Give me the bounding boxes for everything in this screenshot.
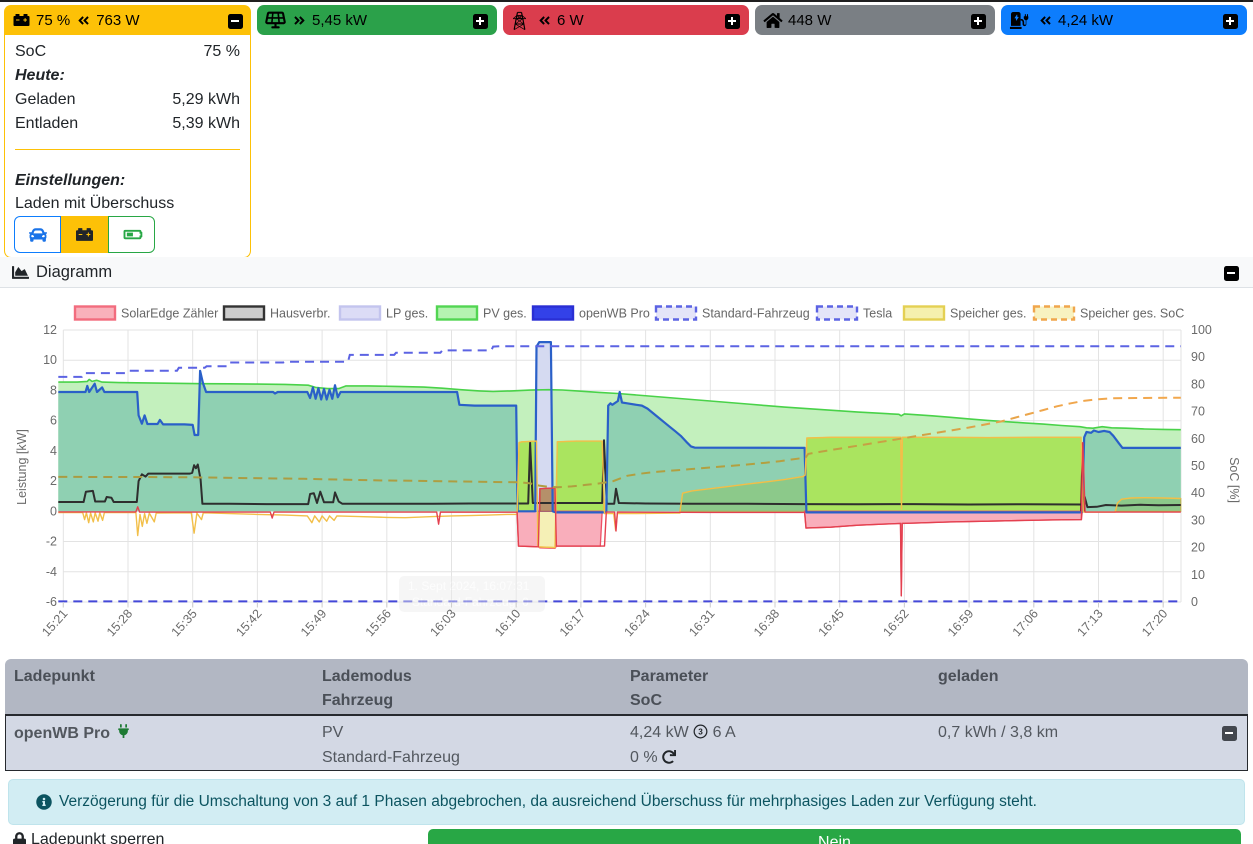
svg-text:50: 50	[1191, 459, 1205, 473]
svg-text:16:17: 16:17	[557, 607, 588, 640]
svg-text:12: 12	[43, 323, 57, 337]
svg-text:15:56: 15:56	[363, 607, 394, 640]
svg-text:0: 0	[50, 504, 57, 518]
svg-text:-6: -6	[46, 595, 57, 609]
svg-text:15:21: 15:21	[39, 607, 70, 640]
svg-text:20: 20	[1191, 541, 1205, 555]
svg-text:-2: -2	[46, 535, 57, 549]
svg-text:30: 30	[1191, 513, 1205, 527]
svg-text:Speicher ges.: Speicher ges.	[950, 307, 1026, 321]
svg-text:15:28: 15:28	[104, 607, 135, 640]
svg-text:17:06: 17:06	[1010, 607, 1041, 640]
svg-text:60: 60	[1191, 432, 1205, 446]
svg-text:openWB Pro: openWB Pro	[579, 307, 650, 321]
svg-text:4: 4	[50, 444, 57, 458]
svg-text:100: 100	[1191, 323, 1212, 337]
svg-text:16:52: 16:52	[880, 607, 911, 640]
svg-text:Leistung [kW]: Leistung [kW]	[15, 429, 29, 505]
svg-text:Speicher ges. SoC: Speicher ges. SoC	[1080, 307, 1184, 321]
svg-text:SoC [%]: SoC [%]	[1227, 457, 1241, 503]
svg-text:Tesla: Tesla	[863, 307, 892, 321]
svg-text:1. Sept 2024, 16:07:31: 1. Sept 2024, 16:07:31	[408, 579, 530, 593]
svg-text:15:49: 15:49	[298, 607, 329, 640]
svg-text:80: 80	[1191, 377, 1205, 391]
svg-text:8: 8	[50, 383, 57, 397]
svg-text:6: 6	[50, 414, 57, 428]
svg-text:17:20: 17:20	[1139, 607, 1170, 640]
svg-text:15:42: 15:42	[233, 607, 264, 640]
svg-text:0: 0	[1191, 595, 1198, 609]
svg-text:16:45: 16:45	[816, 607, 847, 640]
svg-text:70: 70	[1191, 405, 1205, 419]
svg-text:16:59: 16:59	[945, 607, 976, 640]
svg-text:15:35: 15:35	[169, 607, 200, 640]
svg-text:SolarEdge Zähler: SolarEdge Zähler	[121, 307, 218, 321]
svg-text:2: 2	[50, 474, 57, 488]
svg-text:16:24: 16:24	[621, 607, 652, 640]
svg-text:90: 90	[1191, 350, 1205, 364]
svg-text:10: 10	[43, 353, 57, 367]
svg-text:16:38: 16:38	[751, 607, 782, 640]
svg-text:-4: -4	[46, 565, 57, 579]
svg-text:Standard-Fahrzeug: Standard-Fahrzeug	[702, 307, 810, 321]
svg-text:LP ges.: LP ges.	[386, 307, 428, 321]
svg-text:16:31: 16:31	[686, 607, 717, 640]
svg-text:3: 3	[698, 727, 703, 736]
svg-text:17:13: 17:13	[1074, 607, 1105, 640]
svg-text:PV ges.: PV ges.	[483, 307, 527, 321]
svg-text:10: 10	[1191, 568, 1205, 582]
svg-text:40: 40	[1191, 486, 1205, 500]
svg-text:Hausverbr.: Hausverbr.	[270, 307, 330, 321]
